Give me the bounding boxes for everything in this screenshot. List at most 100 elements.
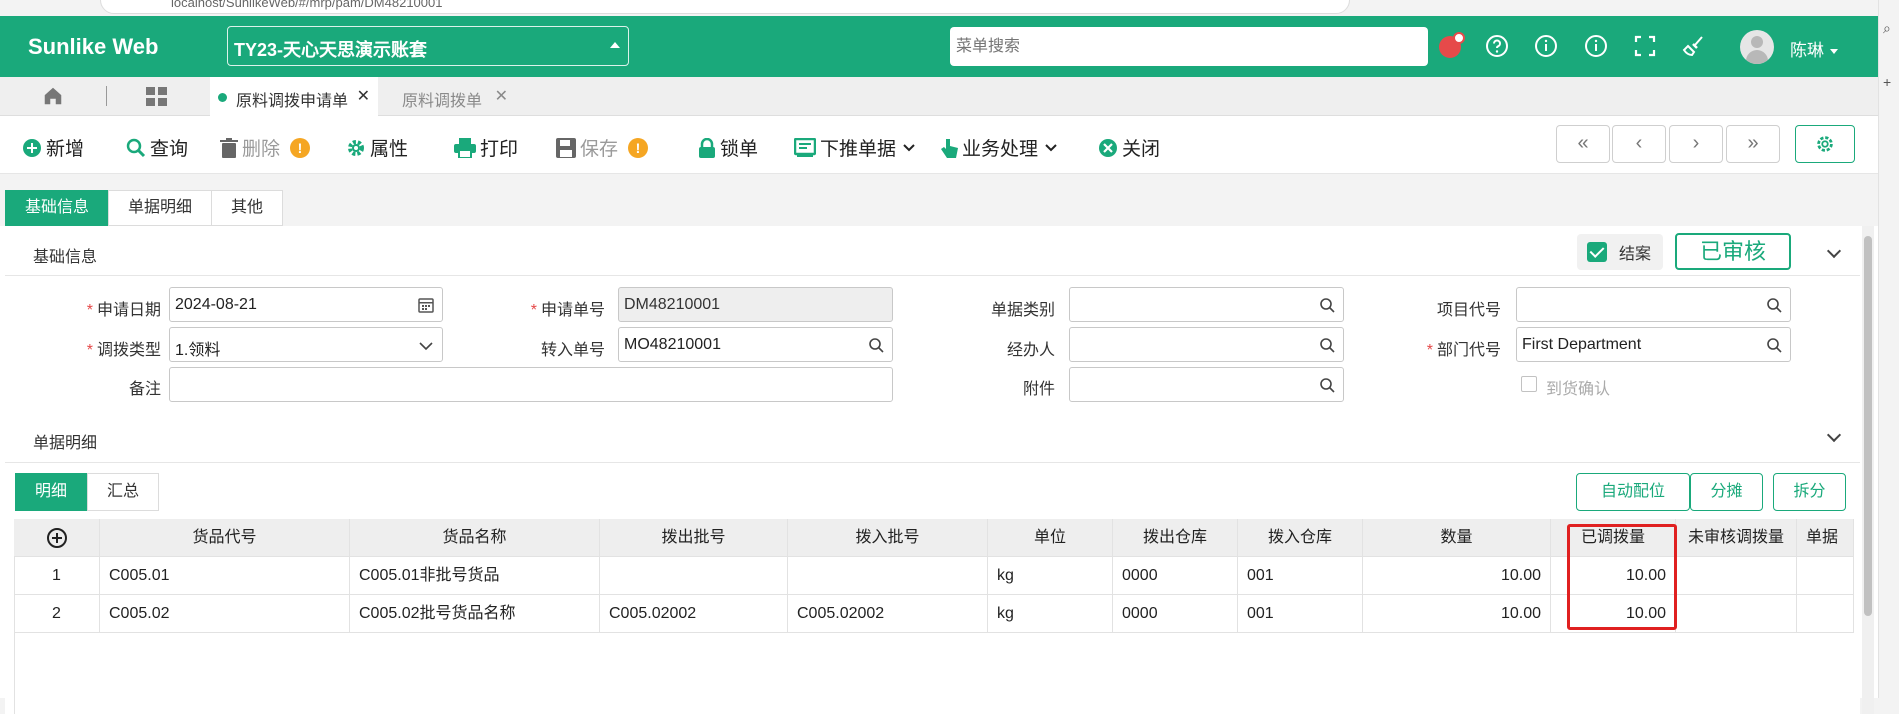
app-header: Sunlike Web TY23-天心天思演示账套 陈琳	[0, 16, 1878, 77]
panel-title: 基础信息	[33, 249, 98, 266]
tab-other[interactable]: 其他	[211, 190, 283, 226]
lock-button[interactable]: 锁单	[698, 134, 758, 161]
details-subtabs: 明细 汇总	[15, 473, 159, 511]
chevron-down-icon	[903, 143, 915, 151]
handler-field[interactable]	[1069, 327, 1344, 362]
col-transferred[interactable]: 已调拨量	[1551, 519, 1676, 557]
handler-label: 经办人	[1006, 342, 1055, 359]
col-item-name[interactable]: 货品名称	[350, 519, 600, 557]
apportion-button[interactable]: 分摊	[1690, 473, 1763, 511]
grid-header-row: 货品代号 货品名称 拨出批号 拨入批号 单位 拨出仓库 拨入仓库 数量 已调拨量…	[14, 519, 1854, 557]
side-add-icon[interactable]: +	[1883, 74, 1891, 90]
collapse-chevron-icon[interactable]	[1826, 243, 1842, 259]
col-in-batch[interactable]: 拨入批号	[788, 519, 988, 557]
close-button[interactable]: 关闭	[1098, 134, 1160, 161]
push-down-dropdown[interactable]: 下推单据	[794, 134, 920, 161]
tab-transfer-order[interactable]: 原料调拨单 ✕	[380, 77, 516, 116]
col-quantity[interactable]: 数量	[1363, 519, 1551, 557]
close-tab-icon[interactable]: ✕	[495, 86, 508, 106]
close-tab-icon[interactable]: ✕	[357, 86, 370, 106]
subtab-summary[interactable]: 汇总	[87, 473, 159, 511]
project-code-field[interactable]	[1516, 287, 1791, 322]
last-record-button[interactable]: »	[1726, 125, 1780, 163]
col-item-code[interactable]: 货品代号	[100, 519, 350, 557]
auto-allocate-button[interactable]: 自动配位	[1576, 473, 1690, 511]
add-row-button[interactable]	[14, 519, 100, 557]
search-icon[interactable]	[868, 337, 884, 353]
first-record-button[interactable]: «	[1556, 125, 1610, 163]
col-out-warehouse[interactable]: 拨出仓库	[1113, 519, 1238, 557]
apply-date-label: * 申请日期	[86, 302, 161, 319]
apply-date-field[interactable]: 2024-08-21	[169, 287, 443, 322]
add-button[interactable]: 新增	[22, 134, 84, 161]
remark-field[interactable]	[169, 367, 893, 402]
help-icon[interactable]	[1485, 34, 1509, 58]
settings-button[interactable]	[1795, 125, 1855, 163]
transfer-type-select[interactable]: 1.领料	[169, 327, 443, 362]
attachment-field[interactable]	[1069, 367, 1344, 402]
about-icon[interactable]	[1584, 34, 1608, 58]
tab-label: 原料调拨申请单	[236, 93, 349, 110]
col-in-warehouse[interactable]: 拨入仓库	[1238, 519, 1363, 557]
transfer-in-no-label: 转入单号	[540, 342, 605, 359]
table-row[interactable]: 2 C005.02 C005.02批号货品名称 C005.02002 C005.…	[14, 595, 1854, 633]
search-icon[interactable]	[1766, 297, 1782, 313]
apps-grid-icon[interactable]	[146, 87, 168, 107]
search-icon	[126, 138, 146, 157]
tab-transfer-request[interactable]: 原料调拨申请单 ✕	[210, 77, 378, 116]
search-icon[interactable]	[1319, 377, 1335, 393]
col-unit[interactable]: 单位	[988, 519, 1113, 557]
tab-details[interactable]: 单据明细	[108, 190, 212, 226]
doc-category-field[interactable]	[1069, 287, 1344, 322]
side-search-icon[interactable]: ⌕	[1883, 20, 1891, 37]
split-button[interactable]: 拆分	[1773, 473, 1846, 511]
trash-icon	[220, 137, 238, 158]
checkbox-checked-icon	[1587, 242, 1607, 262]
col-unapproved[interactable]: 未审核调拨量	[1676, 519, 1797, 557]
doc-category-label: 单据类别	[990, 302, 1055, 319]
search-icon[interactable]	[1319, 297, 1335, 313]
plus-circle-icon	[46, 527, 67, 548]
delete-button[interactable]: 删除 !	[220, 134, 311, 161]
account-selector[interactable]: TY23-天心天思演示账套	[227, 26, 629, 66]
query-button[interactable]: 查询	[126, 134, 188, 161]
document-icon	[794, 137, 816, 157]
avatar[interactable]	[1740, 30, 1774, 64]
document-tab-bar: 原料调拨申请单 ✕ 原料调拨单 ✕	[0, 77, 1878, 116]
attachment-label: 附件	[1022, 381, 1055, 398]
closed-checkbox[interactable]: 结案	[1577, 234, 1663, 270]
fullscreen-icon[interactable]	[1633, 34, 1657, 58]
search-icon[interactable]	[1319, 337, 1335, 353]
dept-code-field[interactable]: First Department	[1516, 327, 1791, 362]
properties-button[interactable]: 属性	[346, 134, 408, 161]
search-icon[interactable]	[1766, 337, 1782, 353]
home-icon[interactable]	[42, 85, 64, 107]
caret-up-icon	[610, 42, 620, 48]
broom-icon[interactable]	[1682, 34, 1706, 58]
next-record-button[interactable]: ›	[1669, 125, 1723, 163]
collapse-chevron-icon[interactable]	[1826, 427, 1842, 443]
business-dropdown[interactable]: 业务处理	[940, 134, 1062, 161]
info-icon[interactable]	[1534, 34, 1558, 58]
basic-info-panel: 基础信息 结案 已审核 * 申请日期 2024-08-21 * 申请单号 DM482…	[5, 226, 1860, 409]
apply-no-label: * 申请单号	[530, 302, 605, 319]
tab-basic-info[interactable]: 基础信息	[5, 190, 109, 226]
menu-search-input[interactable]	[950, 27, 1428, 66]
user-menu[interactable]: 陈琳	[1790, 36, 1838, 61]
status-badge: 已审核	[1675, 233, 1791, 270]
close-circle-icon	[1099, 138, 1117, 157]
arrival-confirm-checkbox[interactable]	[1521, 376, 1537, 392]
vertical-scrollbar[interactable]	[1862, 226, 1874, 714]
table-row[interactable]: 1 C005.01 C005.01非批号货品 kg 0000 001 10.00…	[14, 557, 1854, 595]
col-out-batch[interactable]: 拨出批号	[600, 519, 788, 557]
calendar-icon[interactable]	[418, 297, 434, 313]
transfer-in-no-field[interactable]: MO48210001	[618, 327, 893, 362]
subtab-detail[interactable]: 明细	[15, 473, 87, 511]
col-more[interactable]: 单据	[1797, 519, 1854, 557]
save-button[interactable]: 保存 !	[556, 134, 649, 161]
prev-record-button[interactable]: ‹	[1612, 125, 1666, 163]
chevron-down-icon	[419, 342, 433, 351]
print-button[interactable]: 打印	[454, 134, 518, 161]
address-bar[interactable]: localhost/SunlikeWeb/#/mrp/pam/DM4821000…	[100, 0, 1350, 14]
notification-icon[interactable]	[1439, 32, 1465, 58]
